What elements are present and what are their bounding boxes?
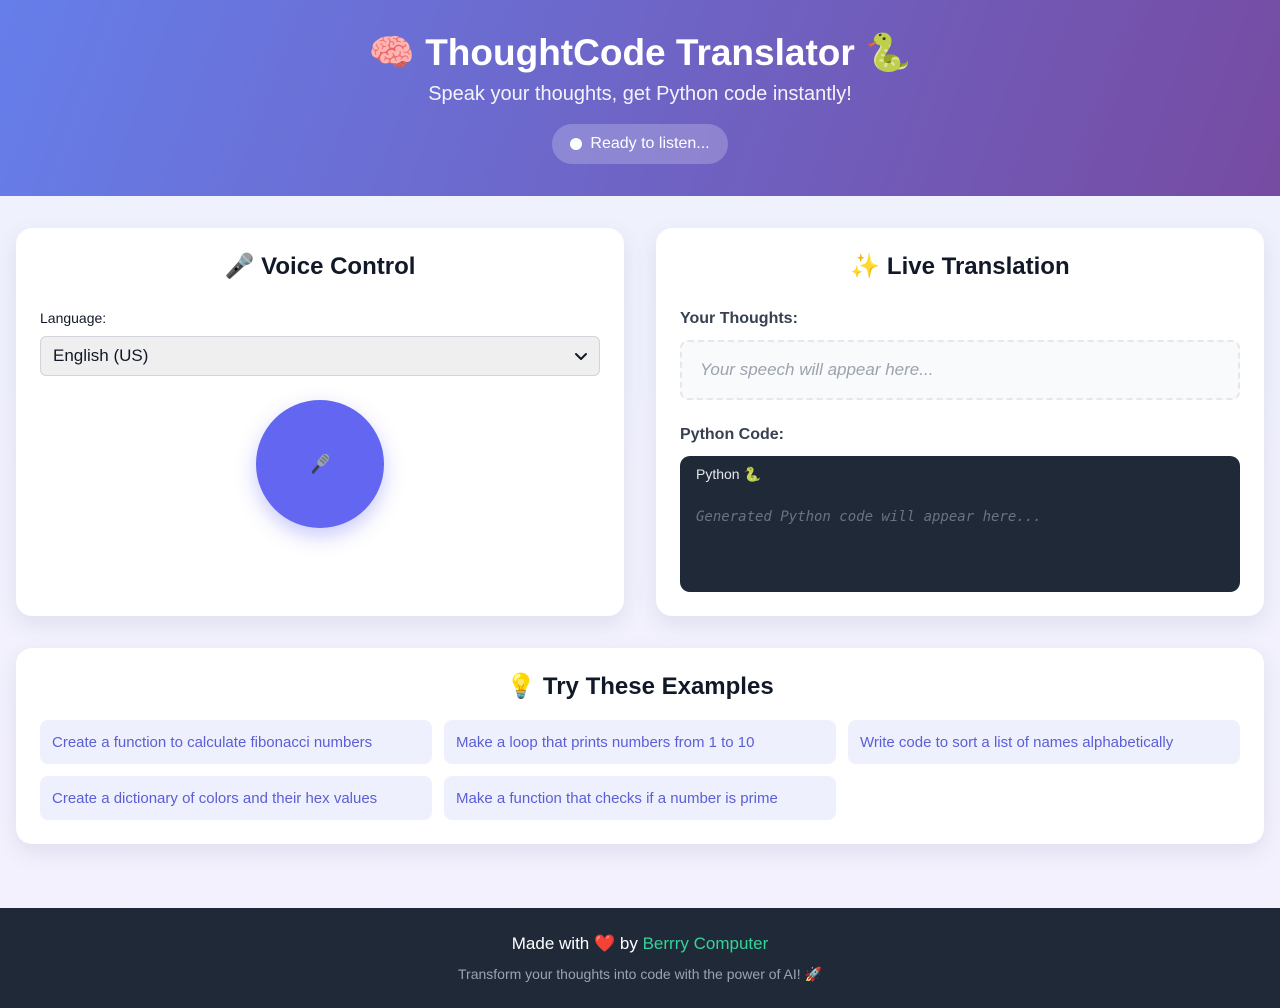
example-chip[interactable]: Make a function that checks if a number … bbox=[444, 776, 836, 820]
example-chip[interactable]: Make a loop that prints numbers from 1 t… bbox=[444, 720, 836, 764]
example-chip[interactable]: Write code to sort a list of names alpha… bbox=[848, 720, 1240, 764]
footer: Made with ❤️ by Berrry Computer Transfor… bbox=[0, 908, 1280, 1008]
microphone-button[interactable] bbox=[256, 400, 384, 528]
voice-control-title: 🎤 Voice Control bbox=[224, 253, 416, 280]
app-header: 🧠 ThoughtCode Translator 🐍 Speak your th… bbox=[0, 0, 1280, 196]
thoughts-placeholder: Your speech will appear here... bbox=[700, 360, 934, 379]
examples-title: 💡 Try These Examples bbox=[506, 673, 774, 700]
microphone-icon bbox=[311, 453, 330, 474]
chevron-down-icon bbox=[575, 353, 587, 360]
page-subtitle: Speak your thoughts, get Python code ins… bbox=[428, 83, 852, 105]
footer-credit: Made with ❤️ by Berrry Computer bbox=[0, 934, 1280, 954]
language-label: Language: bbox=[40, 310, 107, 326]
footer-made-with: Made with bbox=[511, 934, 590, 953]
page-title: 🧠 ThoughtCode Translator 🐍 bbox=[368, 32, 912, 73]
language-select[interactable]: English (US) bbox=[40, 336, 600, 376]
thoughts-label: Your Thoughts: bbox=[680, 310, 798, 327]
code-language-label: Python 🐍 bbox=[696, 466, 761, 482]
python-code-output: Python 🐍 Generated Python code will appe… bbox=[680, 456, 1240, 592]
code-placeholder: Generated Python code will appear here..… bbox=[696, 509, 1042, 525]
live-translation-card: ✨ Live Translation Your Thoughts: Your s… bbox=[656, 228, 1264, 616]
status-dot-icon bbox=[570, 138, 583, 150]
python-code-label: Python Code: bbox=[680, 426, 784, 443]
example-chip[interactable]: Create a dictionary of colors and their … bbox=[40, 776, 432, 820]
status-text: Ready to listen... bbox=[590, 135, 710, 152]
live-translation-title: ✨ Live Translation bbox=[850, 253, 1070, 280]
footer-link[interactable]: Berrry Computer bbox=[643, 934, 769, 953]
thoughts-output: Your speech will appear here... bbox=[680, 340, 1240, 400]
language-selected-value: English (US) bbox=[53, 346, 149, 365]
footer-by: by bbox=[619, 934, 638, 953]
voice-control-card: 🎤 Voice Control Language: English (US) bbox=[16, 228, 624, 616]
example-chip[interactable]: Create a function to calculate fibonacci… bbox=[40, 720, 432, 764]
heart-icon: ❤️ bbox=[593, 934, 616, 953]
footer-tagline: Transform your thoughts into code with t… bbox=[458, 966, 822, 982]
examples-card: 💡 Try These Examples Create a function t… bbox=[16, 648, 1264, 844]
status-badge: Ready to listen... bbox=[552, 124, 728, 164]
